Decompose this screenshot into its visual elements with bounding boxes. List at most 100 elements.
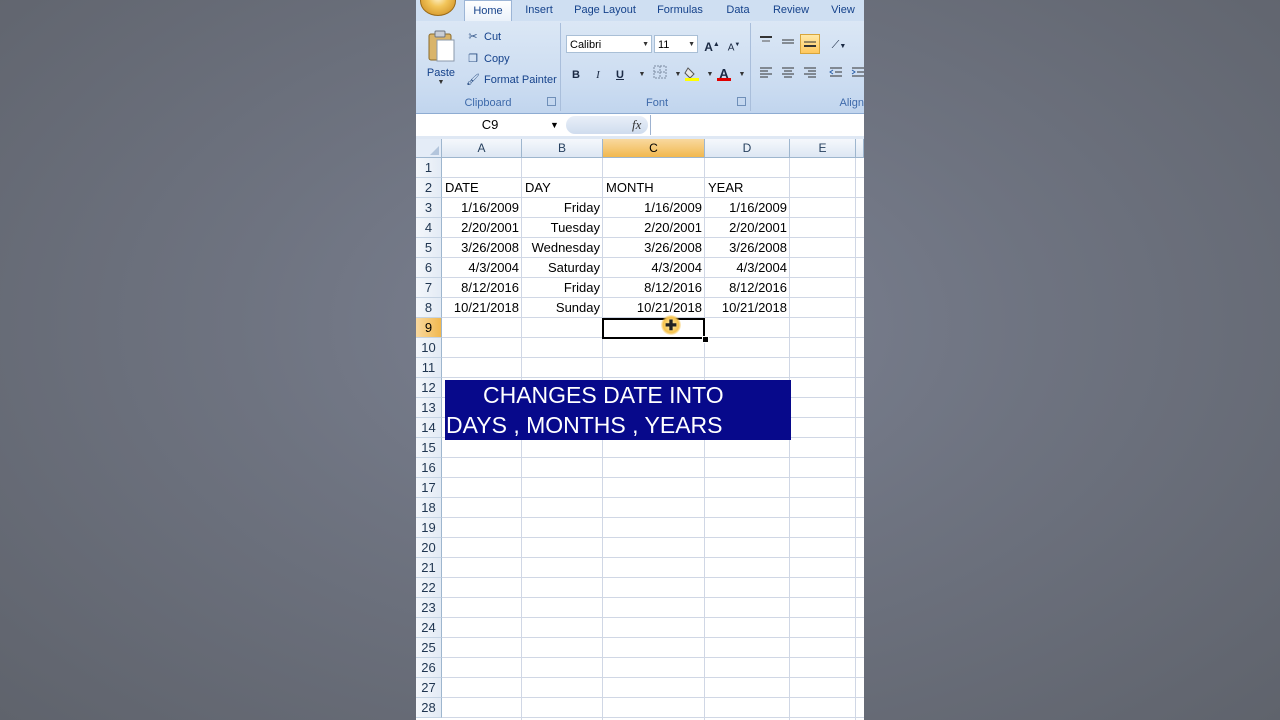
- paste-dropdown-icon[interactable]: ▼: [422, 79, 460, 86]
- format-painter-button[interactable]: 🖌 Format Painter: [466, 71, 557, 89]
- row-header-1[interactable]: 1: [416, 158, 442, 178]
- fill-color-icon[interactable]: [682, 64, 702, 84]
- row-header-26[interactable]: 26: [416, 658, 442, 678]
- bold-button[interactable]: B: [566, 64, 586, 84]
- row-header-18[interactable]: 18: [416, 498, 442, 518]
- align-center-icon[interactable]: [778, 64, 798, 84]
- align-left-icon[interactable]: [756, 64, 776, 84]
- row-header-28[interactable]: 28: [416, 698, 442, 718]
- row-header-15[interactable]: 15: [416, 438, 442, 458]
- align-right-icon[interactable]: [800, 64, 820, 84]
- cell-c2[interactable]: MONTH: [603, 178, 705, 198]
- name-box[interactable]: C9: [416, 116, 564, 134]
- column-header-d[interactable]: D: [705, 139, 790, 158]
- row-header-17[interactable]: 17: [416, 478, 442, 498]
- copy-button[interactable]: ❐ Copy: [466, 50, 510, 68]
- cell-d6[interactable]: 4/3/2004: [705, 258, 790, 278]
- cell-a5[interactable]: 3/26/2008: [442, 238, 522, 258]
- tab-data[interactable]: Data: [720, 0, 756, 21]
- cell-b6[interactable]: Saturday: [522, 258, 603, 278]
- underline-dropdown-icon[interactable]: ▼: [632, 64, 652, 84]
- cell-a4[interactable]: 2/20/2001: [442, 218, 522, 238]
- row-header-19[interactable]: 19: [416, 518, 442, 538]
- row-header-13[interactable]: 13: [416, 398, 442, 418]
- cell-b2[interactable]: DAY: [522, 178, 603, 198]
- cut-button[interactable]: ✂ Cut: [466, 28, 501, 46]
- cell-b7[interactable]: Friday: [522, 278, 603, 298]
- cell-d8[interactable]: 10/21/2018: [705, 298, 790, 318]
- underline-button[interactable]: U: [610, 64, 630, 84]
- cell-a7[interactable]: 8/12/2016: [442, 278, 522, 298]
- column-header-a[interactable]: A: [442, 139, 522, 158]
- column-header-b[interactable]: B: [522, 139, 603, 158]
- cell-c4[interactable]: 2/20/2001: [603, 218, 705, 238]
- align-middle-icon[interactable]: [778, 34, 798, 54]
- row-header-5[interactable]: 5: [416, 238, 442, 258]
- tab-insert[interactable]: Insert: [516, 0, 562, 21]
- shrink-font-icon[interactable]: A▼: [724, 34, 744, 54]
- align-bottom-icon[interactable]: [800, 34, 820, 54]
- column-header-e[interactable]: E: [790, 139, 856, 158]
- increase-indent-icon[interactable]: [848, 64, 864, 84]
- orientation-icon[interactable]: ⟋▼: [826, 34, 852, 54]
- cell-a6[interactable]: 4/3/2004: [442, 258, 522, 278]
- name-box-dropdown-icon[interactable]: ▼: [550, 116, 559, 134]
- row-header-10[interactable]: 10: [416, 338, 442, 358]
- row-header-12[interactable]: 12: [416, 378, 442, 398]
- row-header-11[interactable]: 11: [416, 358, 442, 378]
- cell-a8[interactable]: 10/21/2018: [442, 298, 522, 318]
- font-color-icon[interactable]: A: [714, 63, 734, 83]
- fill-handle[interactable]: [702, 336, 709, 343]
- cell-d4[interactable]: 2/20/2001: [705, 218, 790, 238]
- formula-input[interactable]: [650, 115, 864, 135]
- cell-b8[interactable]: Sunday: [522, 298, 603, 318]
- tab-view[interactable]: View: [826, 0, 860, 21]
- row-header-8[interactable]: 8: [416, 298, 442, 318]
- cell-b4[interactable]: Tuesday: [522, 218, 603, 238]
- cell-d5[interactable]: 3/26/2008: [705, 238, 790, 258]
- row-header-3[interactable]: 3: [416, 198, 442, 218]
- row-header-2[interactable]: 2: [416, 178, 442, 198]
- row-header-7[interactable]: 7: [416, 278, 442, 298]
- cell-c7[interactable]: 8/12/2016: [603, 278, 705, 298]
- cell-d7[interactable]: 8/12/2016: [705, 278, 790, 298]
- font-color-dropdown-icon[interactable]: ▼: [732, 64, 752, 84]
- row-header-22[interactable]: 22: [416, 578, 442, 598]
- worksheet-grid[interactable]: A B C D E 1 2 3 4 5 6 7 8 9 10 11 12 13 14 15 16 17 18 19 2…: [416, 139, 864, 720]
- active-cell-c9[interactable]: [602, 318, 705, 339]
- title-banner[interactable]: CHANGES DATE INTO DAYS , MONTHS , YEARS: [445, 380, 791, 440]
- row-header-4[interactable]: 4: [416, 218, 442, 238]
- clipboard-launcher-icon[interactable]: [547, 97, 556, 106]
- cell-a3[interactable]: 1/16/2009: [442, 198, 522, 218]
- borders-icon[interactable]: [650, 64, 670, 84]
- row-header-23[interactable]: 23: [416, 598, 442, 618]
- office-button[interactable]: [420, 0, 456, 16]
- tab-review[interactable]: Review: [768, 0, 814, 21]
- row-header-21[interactable]: 21: [416, 558, 442, 578]
- cell-c6[interactable]: 4/3/2004: [603, 258, 705, 278]
- column-header-f[interactable]: [856, 139, 864, 158]
- grow-font-icon[interactable]: A▲: [702, 34, 722, 54]
- italic-button[interactable]: I: [588, 64, 608, 84]
- row-header-20[interactable]: 20: [416, 538, 442, 558]
- column-header-c[interactable]: C: [603, 139, 705, 158]
- cell-c8[interactable]: 10/21/2018: [603, 298, 705, 318]
- tab-home[interactable]: Home: [464, 0, 512, 22]
- cell-d2[interactable]: YEAR: [705, 178, 790, 198]
- cell-b5[interactable]: Wednesday: [522, 238, 603, 258]
- tab-formulas[interactable]: Formulas: [652, 0, 708, 21]
- font-size-select[interactable]: 11 ▼: [654, 35, 698, 53]
- row-header-14[interactable]: 14: [416, 418, 442, 438]
- cell-a2[interactable]: DATE: [442, 178, 522, 198]
- font-launcher-icon[interactable]: [737, 97, 746, 106]
- tab-page-layout[interactable]: Page Layout: [570, 0, 640, 21]
- row-header-24[interactable]: 24: [416, 618, 442, 638]
- row-header-6[interactable]: 6: [416, 258, 442, 278]
- cell-c5[interactable]: 3/26/2008: [603, 238, 705, 258]
- insert-function-icon[interactable]: fx: [632, 116, 641, 134]
- font-name-select[interactable]: Calibri ▼: [566, 35, 652, 53]
- row-header-25[interactable]: 25: [416, 638, 442, 658]
- cell-d3[interactable]: 1/16/2009: [705, 198, 790, 218]
- row-header-9[interactable]: 9: [416, 318, 442, 338]
- decrease-indent-icon[interactable]: [826, 64, 846, 84]
